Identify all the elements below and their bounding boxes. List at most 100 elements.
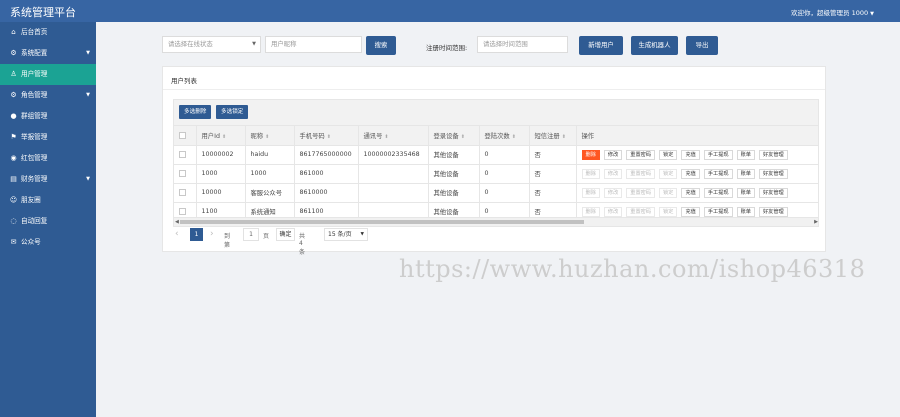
row-action-button[interactable]: 重置密码	[626, 206, 656, 217]
horizontal-scrollbar[interactable]: ◀ ▶	[174, 217, 818, 226]
row-action-button[interactable]: 充值	[681, 206, 700, 217]
chevron-down-icon[interactable]: ▼	[86, 43, 90, 64]
row-action-button[interactable]: 删除	[581, 149, 600, 160]
row-action-button[interactable]: 好友管理	[758, 206, 788, 217]
col-phone[interactable]: 手机号码 ⬍	[294, 126, 359, 146]
sort-icon[interactable]: ⬍	[327, 134, 331, 140]
scroll-right-icon[interactable]: ▶	[814, 218, 818, 226]
status-select[interactable]: 请选择在线状态 ▼	[162, 36, 261, 53]
row-select-cell[interactable]	[174, 145, 197, 165]
sidebar-item-label: 公众号	[21, 238, 41, 246]
sidebar-item[interactable]: ◉ 红包管理	[0, 148, 96, 169]
row-action-button[interactable]: 重置密码	[626, 187, 656, 198]
row-action-button[interactable]: 账单	[736, 149, 755, 160]
row-checkbox[interactable]	[179, 207, 186, 215]
row-action-button[interactable]: 账单	[736, 187, 755, 198]
search-button[interactable]: 搜索	[366, 36, 396, 55]
next-page-icon[interactable]: ›	[210, 229, 214, 240]
wallet-icon: ▤	[10, 175, 17, 183]
sort-icon[interactable]: ⬍	[562, 134, 566, 140]
row-action-button[interactable]: 锁定	[659, 206, 678, 217]
sidebar-item[interactable]: ▤ 财务管理 ▼	[0, 169, 96, 190]
user-table: 多选删除 多选锁定 用户Id ⬍ 昵称 ⬍ 手机号码 ⬍ 通讯号 ⬍ 登录设备 ⬍ 登陆次…	[173, 99, 819, 227]
row-action-button[interactable]: 锁定	[659, 168, 678, 179]
col-nickname[interactable]: 昵称 ⬍	[245, 126, 295, 146]
col-device[interactable]: 登录设备 ⬍	[428, 126, 480, 146]
mail-icon: ✉	[10, 238, 17, 246]
row-action-button[interactable]: 手工提现	[703, 187, 733, 198]
goto-page-input[interactable]: 1	[243, 228, 259, 241]
row-action-button[interactable]: 手工提现	[703, 149, 733, 160]
sidebar-item[interactable]: ◌ 自动回复	[0, 211, 96, 232]
sidebar-item[interactable]: ● 群组管理	[0, 106, 96, 127]
row-action-button[interactable]: 删除	[581, 206, 600, 217]
register-time-input[interactable]: 请选择时间范围	[477, 36, 568, 53]
row-action-button[interactable]: 账单	[736, 206, 755, 217]
sort-icon[interactable]: ⬍	[512, 134, 516, 140]
row-select-cell[interactable]	[174, 183, 197, 203]
add-user-button[interactable]: 新增用户	[579, 36, 623, 55]
sidebar-item[interactable]: ⚑ 举报管理	[0, 127, 96, 148]
page-size-select[interactable]: 15 条/页 ▼	[324, 228, 368, 241]
select-all-cell[interactable]	[174, 126, 197, 146]
row-action-button[interactable]: 账单	[736, 168, 755, 179]
col-user-id[interactable]: 用户Id ⬍	[196, 126, 246, 146]
scroll-left-icon[interactable]: ◀	[175, 218, 179, 226]
row-action-button[interactable]: 好友管理	[758, 187, 788, 198]
sidebar-item[interactable]: ⌂ 后台首页	[0, 22, 96, 43]
row-action-button[interactable]: 删除	[581, 168, 600, 179]
sort-icon[interactable]: ⬍	[265, 134, 269, 140]
batch-delete-button[interactable]: 多选删除	[179, 105, 212, 119]
sidebar-item[interactable]: ☺ 朋友圈	[0, 190, 96, 211]
row-checkbox[interactable]	[179, 169, 186, 177]
batch-lock-button[interactable]: 多选锁定	[216, 105, 249, 119]
row-action-button[interactable]: 充值	[681, 187, 700, 198]
col-sms[interactable]: 短信注册 ⬍	[529, 126, 577, 146]
row-action-button[interactable]: 手工提现	[703, 168, 733, 179]
row-action-button[interactable]: 修改	[603, 206, 623, 217]
cell-phone: 8610000	[294, 183, 359, 203]
prev-page-icon[interactable]: ‹	[175, 229, 179, 240]
sort-icon[interactable]: ⬍	[222, 134, 226, 140]
nickname-input[interactable]: 用户昵称	[265, 36, 362, 53]
row-action-button[interactable]: 修改	[603, 168, 623, 179]
row-action-button[interactable]: 锁定	[659, 187, 678, 198]
col-logins[interactable]: 登陆次数 ⬍	[479, 126, 530, 146]
scrollbar-thumb[interactable]	[180, 220, 584, 224]
row-action-button[interactable]: 好友管理	[758, 149, 788, 160]
sort-icon[interactable]: ⬍	[384, 134, 388, 140]
user-menu[interactable]: 欢迎你，超级管理员 1000 ▼	[791, 7, 874, 17]
row-action-button[interactable]: 充值	[681, 168, 700, 179]
sidebar-item[interactable]: ⚙ 系统配置 ▼	[0, 43, 96, 64]
row-action-button[interactable]: 修改	[603, 187, 623, 198]
sidebar-item-label: 角色管理	[21, 91, 48, 99]
generate-robot-button[interactable]: 生成机器人	[631, 36, 678, 55]
vertical-scrollbar[interactable]	[892, 22, 900, 417]
row-checkbox[interactable]	[179, 188, 186, 196]
row-action-button[interactable]: 重置密码	[626, 149, 656, 160]
row-action-button[interactable]: 充值	[681, 149, 700, 160]
sidebar-item[interactable]: ⚙ 角色管理 ▼	[0, 85, 96, 106]
row-checkbox[interactable]	[179, 150, 186, 158]
sidebar-item[interactable]: ♙ 用户管理	[0, 64, 96, 85]
row-action-button[interactable]: 删除	[581, 187, 600, 198]
col-account[interactable]: 通讯号 ⬍	[358, 126, 429, 146]
status-select-placeholder: 请选择在线状态	[168, 40, 213, 48]
row-action-button[interactable]: 锁定	[659, 149, 678, 160]
row-action-button[interactable]: 好友管理	[758, 168, 788, 179]
row-action-button[interactable]: 修改	[603, 149, 623, 160]
sort-icon[interactable]: ⬍	[461, 134, 465, 140]
export-button[interactable]: 导出	[686, 36, 718, 55]
cell-account	[358, 164, 429, 184]
row-select-cell[interactable]	[174, 164, 197, 184]
chevron-down-icon: ▼	[252, 41, 256, 47]
cell-user-id: 10000	[196, 183, 246, 203]
page-1-button[interactable]: 1	[190, 228, 203, 241]
chevron-down-icon[interactable]: ▼	[86, 169, 90, 190]
chevron-down-icon[interactable]: ▼	[86, 85, 90, 106]
row-action-button[interactable]: 手工提现	[703, 206, 733, 217]
sidebar-item[interactable]: ✉ 公众号	[0, 232, 96, 253]
row-action-button[interactable]: 重置密码	[626, 168, 656, 179]
goto-confirm-button[interactable]: 确定	[276, 228, 295, 241]
select-all-checkbox[interactable]	[179, 131, 186, 139]
